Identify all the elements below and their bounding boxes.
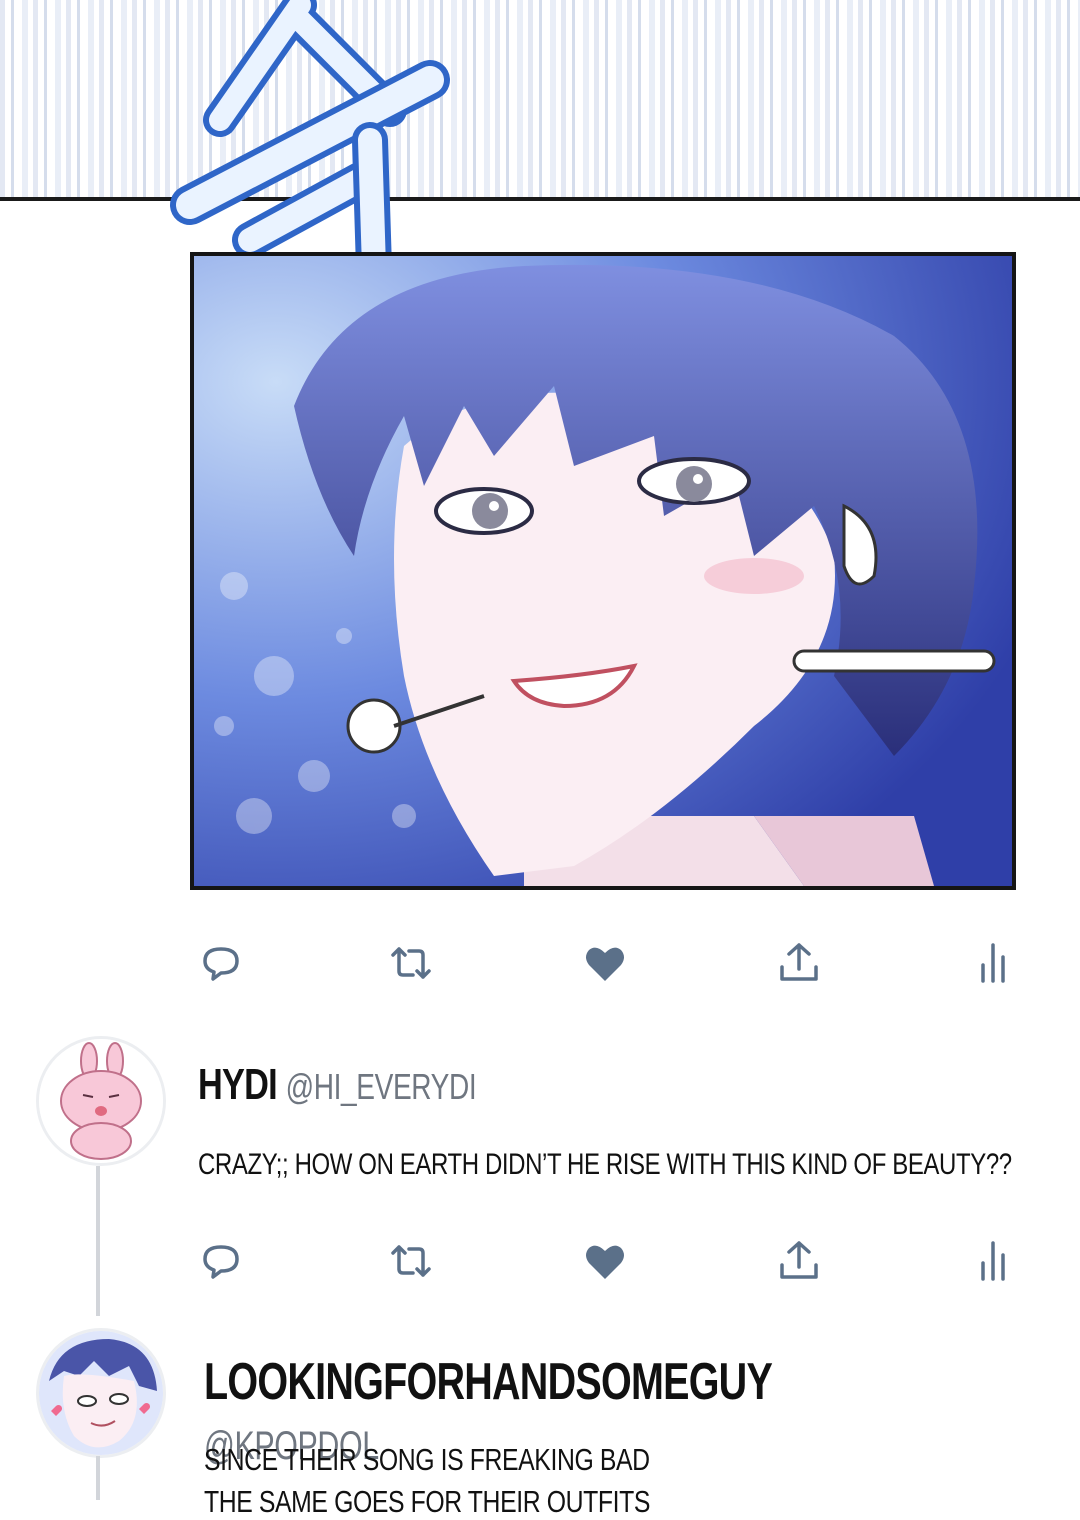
- like-button[interactable]: [580, 938, 630, 988]
- like-button[interactable]: [580, 1236, 630, 1286]
- retweet-icon: [391, 947, 431, 979]
- reply-author-line: HYDI @HI_EVERYDI: [198, 1060, 477, 1110]
- portrait-avatar-illustration: [39, 1331, 163, 1455]
- retweet-button[interactable]: [386, 938, 436, 988]
- reply-icon: [203, 947, 239, 981]
- bunny-avatar-illustration: [39, 1039, 163, 1163]
- reply-display-name[interactable]: LOOKINGFORHANDSOMEGUY: [204, 1353, 772, 1411]
- reply-text: CRAZY;; HOW ON EARTH DIDN’T HE RISE WITH…: [198, 1148, 1012, 1181]
- avatar-lookingforhandsomeguy[interactable]: [36, 1328, 166, 1458]
- thread-connector: [96, 1456, 100, 1500]
- reply-button[interactable]: [196, 938, 246, 988]
- post-action-bar: [196, 938, 1016, 988]
- share-button[interactable]: [774, 938, 824, 988]
- reply-text-line-1: SINCE THEIR SONG IS FREAKING BAD: [204, 1442, 650, 1477]
- character-illustration: [194, 256, 1012, 886]
- heart-icon: [586, 1245, 624, 1279]
- thread-connector: [96, 1166, 100, 1316]
- reply-icon: [203, 1245, 239, 1279]
- stats-icon: [981, 1241, 1005, 1281]
- illustration-panel: [190, 252, 1016, 890]
- share-icon: [780, 1241, 818, 1279]
- retweet-button[interactable]: [386, 1236, 436, 1286]
- stats-icon: [981, 943, 1005, 983]
- retweet-icon: [391, 1245, 431, 1277]
- share-button[interactable]: [774, 1236, 824, 1286]
- share-icon: [780, 943, 818, 981]
- reply-action-bar: [196, 1236, 1016, 1286]
- reply-handle[interactable]: @HI_EVERYDI: [286, 1066, 477, 1107]
- heart-icon: [586, 947, 624, 981]
- stats-button[interactable]: [968, 938, 1018, 988]
- reply-button[interactable]: [196, 1236, 246, 1286]
- reply-display-name[interactable]: HYDI: [198, 1060, 278, 1109]
- reply-text-line-2: THE SAME GOES FOR THEIR OUTFITS: [204, 1484, 650, 1519]
- avatar-hydi[interactable]: [36, 1036, 166, 1166]
- stats-button[interactable]: [968, 1236, 1018, 1286]
